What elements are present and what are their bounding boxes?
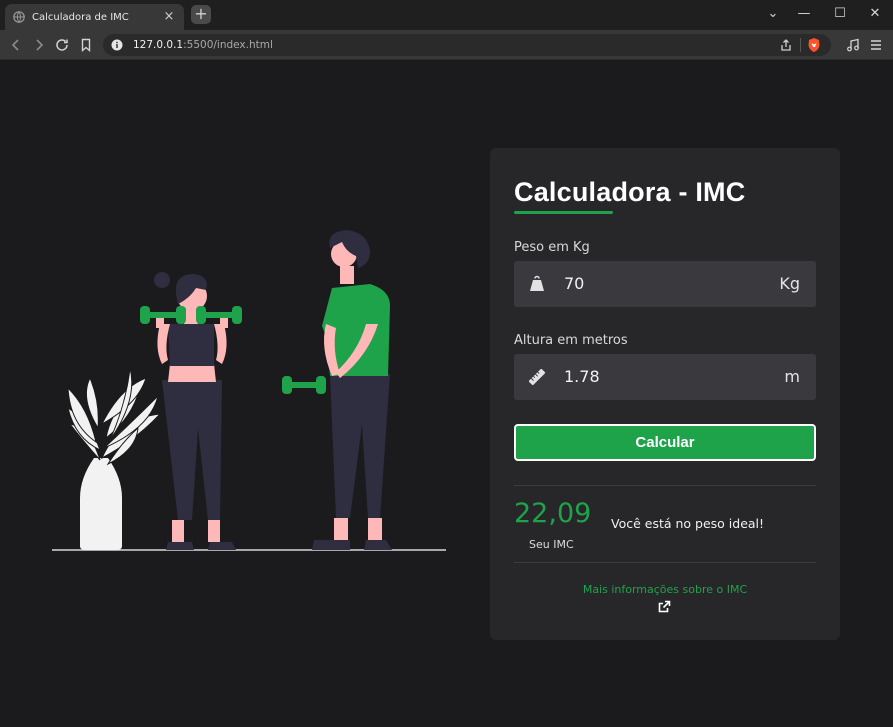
forward-icon[interactable] [31, 37, 47, 53]
weight-unit: Kg [779, 274, 800, 293]
weight-label: Peso em Kg [514, 240, 590, 255]
site-info-icon[interactable] [111, 39, 123, 51]
external-link-icon[interactable] [657, 599, 672, 614]
url-host: 127.0.0.1 [133, 39, 184, 51]
weight-value: 70 [564, 274, 585, 293]
address-bar-divider [800, 38, 801, 52]
page-content: Calculadora - IMC Peso em Kg 70 Kg Altur… [0, 60, 893, 727]
tab-title: Calculadora de IMC [32, 11, 129, 23]
address-bar[interactable]: 127.0.0.1:5500/index.html [103, 34, 831, 56]
height-unit: m [784, 367, 800, 386]
imc-calculator-card: Calculadora - IMC Peso em Kg 70 Kg Altur… [490, 148, 840, 640]
imc-message: Você está no peso ideal! [611, 516, 765, 531]
ruler-icon [528, 368, 546, 386]
imc-value: 22,09 [514, 498, 592, 529]
new-tab-button[interactable]: + [191, 5, 211, 24]
height-input[interactable]: 1.78 m [514, 354, 816, 400]
height-value: 1.78 [564, 367, 600, 386]
card-title: Calculadora - IMC [514, 177, 746, 207]
globe-icon [13, 11, 25, 23]
back-icon[interactable] [8, 37, 24, 53]
maximize-button[interactable]: ☐ [831, 6, 849, 21]
browser-tab[interactable]: Calculadora de IMC × [5, 4, 184, 30]
imc-label: Seu IMC [529, 538, 574, 551]
browser-toolbar: 127.0.0.1:5500/index.html [0, 30, 893, 60]
weight-input[interactable]: 70 Kg [514, 261, 816, 307]
weight-icon [530, 275, 544, 291]
result-divider-top [514, 485, 816, 486]
brave-shields-icon[interactable] [807, 37, 821, 53]
more-info-link[interactable]: Mais informações sobre o IMC [490, 583, 840, 596]
tab-close-icon[interactable]: × [162, 10, 176, 24]
close-window-button[interactable]: ✕ [866, 6, 884, 21]
url-path: :5500/index.html [183, 39, 273, 51]
height-label: Altura em metros [514, 333, 628, 348]
media-icon[interactable] [846, 38, 860, 52]
bookmark-icon[interactable] [78, 37, 94, 53]
menu-icon[interactable] [869, 38, 883, 52]
result-divider-bottom [514, 562, 816, 563]
title-underline [514, 211, 613, 214]
browser-tab-strip: Calculadora de IMC × + ⌄ — ☐ ✕ [0, 0, 893, 30]
calculate-button[interactable]: Calcular [514, 424, 816, 461]
tab-search-dropdown-icon[interactable]: ⌄ [764, 6, 782, 21]
reload-icon[interactable] [54, 37, 70, 53]
share-icon[interactable] [779, 38, 793, 52]
minimize-button[interactable]: — [795, 6, 813, 21]
workout-illustration [52, 230, 446, 551]
